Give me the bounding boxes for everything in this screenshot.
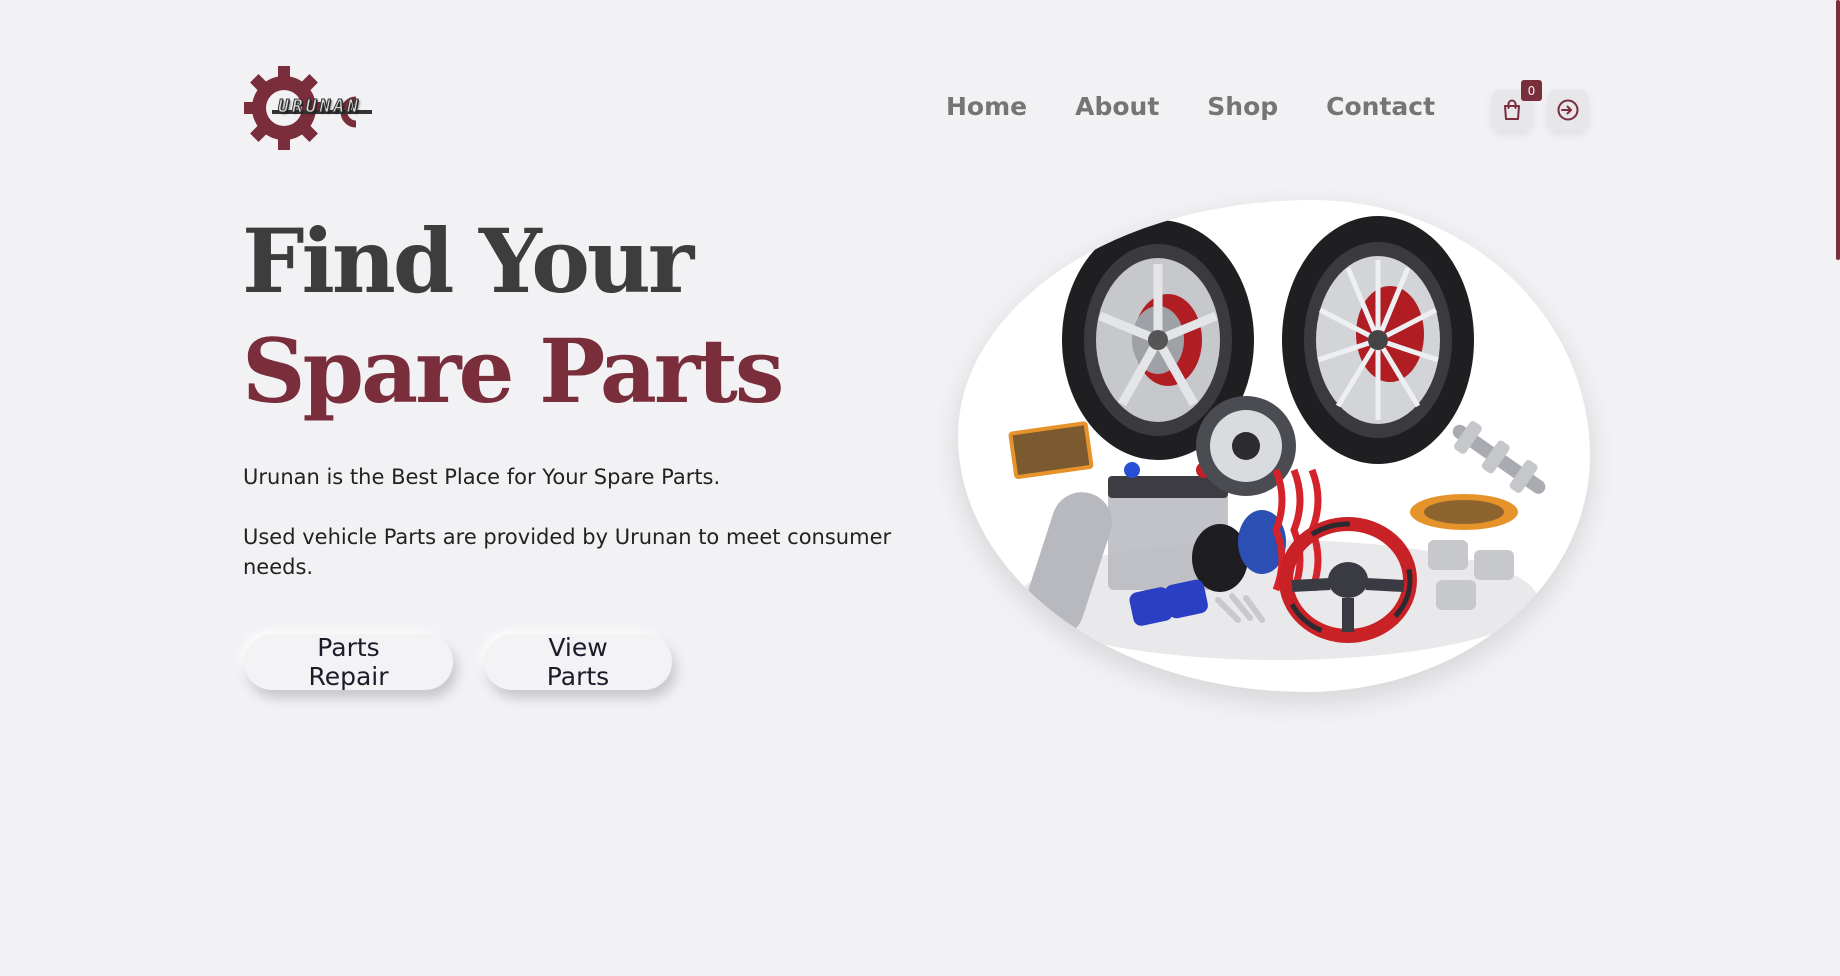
spare-parts-illustration xyxy=(1008,216,1546,686)
landing-page: URUNAN Home About Shop Contact 0 Find Yo… xyxy=(0,0,1840,976)
view-parts-button[interactable]: View Parts xyxy=(484,633,672,691)
nav-link-shop[interactable]: Shop xyxy=(1207,92,1278,121)
steering-wheel xyxy=(1279,517,1417,643)
sign-in-icon xyxy=(1557,99,1579,121)
tire-right xyxy=(1282,216,1474,464)
parts-repair-button[interactable]: Parts Repair xyxy=(244,633,453,691)
hero-title-line2: Spare Parts xyxy=(242,319,784,423)
nav-link-about[interactable]: About xyxy=(1075,92,1159,121)
nav-link-home[interactable]: Home xyxy=(946,92,1027,121)
scrollbar-thumb[interactable] xyxy=(1836,0,1840,260)
hero-image xyxy=(958,200,1590,692)
login-button[interactable] xyxy=(1548,90,1588,130)
hero-description-1: Urunan is the Best Place for Your Spare … xyxy=(243,465,721,489)
hero-title: Find Your Spare Parts xyxy=(242,206,784,426)
air-filter xyxy=(1008,421,1094,480)
crankshaft xyxy=(1452,421,1546,494)
hero-description: Urunan is the Best Place for Your Spare … xyxy=(243,462,903,612)
cart-count-badge: 0 xyxy=(1521,80,1542,101)
nav-link-contact[interactable]: Contact xyxy=(1326,92,1435,121)
shopping-bag-icon xyxy=(1504,99,1520,120)
scrollbar[interactable] xyxy=(1834,0,1840,976)
brand-name: URUNAN xyxy=(277,96,362,118)
hero-title-line1: Find Your xyxy=(242,209,694,313)
hero-description-2: Used vehicle Parts are provided by Uruna… xyxy=(243,525,892,579)
brand-logo[interactable]: URUNAN xyxy=(244,64,404,160)
main-nav: Home About Shop Contact xyxy=(946,92,1435,121)
cart-button[interactable]: 0 xyxy=(1492,80,1542,130)
